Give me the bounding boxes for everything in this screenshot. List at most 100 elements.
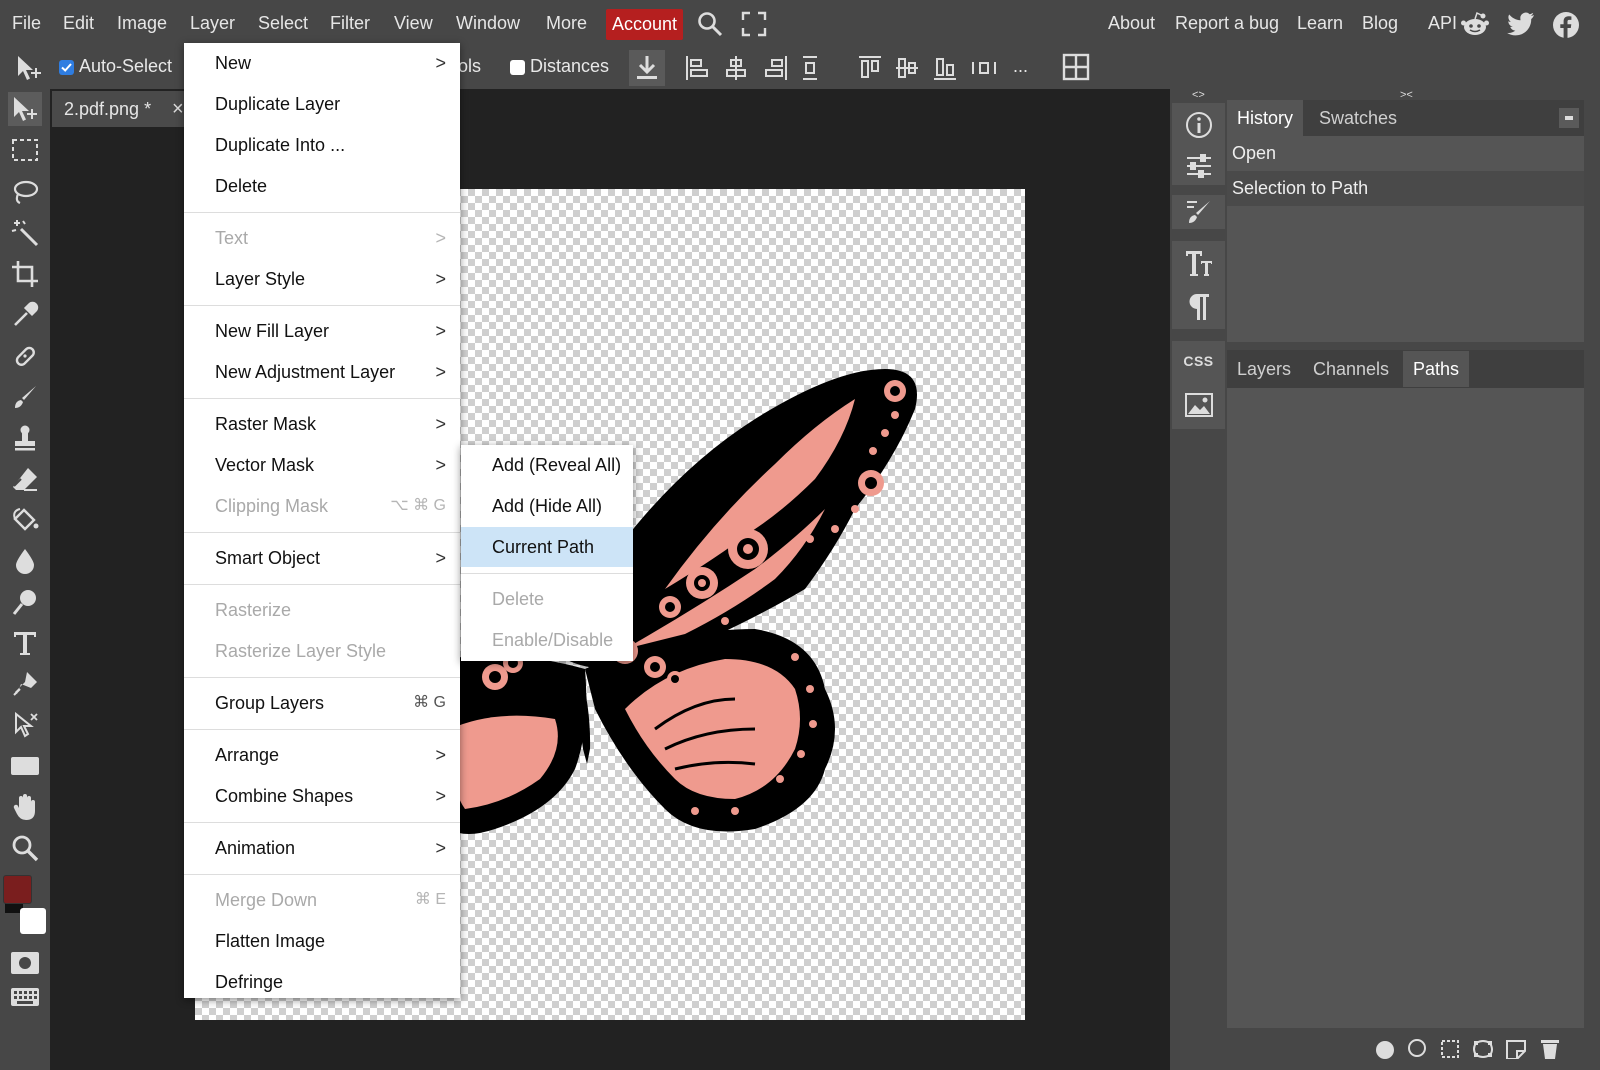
tab-swatches[interactable]: Swatches: [1309, 100, 1407, 136]
menu-filter[interactable]: Filter: [330, 0, 370, 46]
paragraph-icon[interactable]: [1187, 292, 1211, 322]
quick-mask-icon[interactable]: [10, 951, 40, 975]
menu-file[interactable]: File: [12, 0, 41, 46]
history-item-selection-to-path[interactable]: Selection to Path: [1227, 171, 1584, 206]
keyboard-icon[interactable]: [10, 987, 40, 1007]
menu-item-new[interactable]: New >: [184, 43, 460, 83]
menu-window[interactable]: Window: [456, 0, 520, 46]
menu-item-flatten-image[interactable]: Flatten Image: [184, 921, 460, 961]
rectangle-tool[interactable]: [8, 749, 42, 783]
eraser-tool[interactable]: [8, 462, 42, 496]
marquee-tool[interactable]: [8, 133, 42, 167]
magic-wand-tool[interactable]: [8, 216, 42, 250]
document-tab-close-icon[interactable]: ×: [172, 91, 184, 127]
download-button[interactable]: [629, 50, 665, 86]
fullscreen-icon[interactable]: [741, 11, 767, 37]
eyedropper-tool[interactable]: [8, 298, 42, 332]
zoom-tool[interactable]: [8, 831, 42, 865]
menu-item-vector-mask[interactable]: Vector Mask >: [184, 445, 460, 485]
grid-icon[interactable]: [1062, 53, 1090, 81]
menu-item-smart-object[interactable]: Smart Object >: [184, 538, 460, 578]
tab-history[interactable]: History: [1227, 100, 1304, 136]
facebook-icon[interactable]: [1552, 11, 1580, 38]
character-icon[interactable]: [1184, 248, 1214, 278]
more-options[interactable]: ...: [1013, 46, 1028, 89]
menu-item-animation[interactable]: Animation >: [184, 828, 460, 868]
history-panel-tabs: History Swatches: [1227, 100, 1584, 136]
menu-item-defringe[interactable]: Defringe: [184, 962, 460, 1002]
submenu-item-add-hide-all[interactable]: Add (Hide All): [461, 486, 633, 526]
selection-to-path-icon[interactable]: [1472, 1039, 1494, 1059]
auto-select-checkbox[interactable]: [59, 60, 74, 75]
align-middle-v-icon[interactable]: [894, 54, 920, 82]
move-tool[interactable]: [8, 92, 42, 126]
hand-tool[interactable]: [8, 790, 42, 824]
account-button[interactable]: Account: [606, 9, 683, 40]
path-to-selection-icon[interactable]: [1440, 1039, 1460, 1059]
delete-path-icon[interactable]: [1540, 1038, 1560, 1060]
dodge-tool[interactable]: [8, 585, 42, 619]
distribute-h-icon[interactable]: [970, 54, 998, 82]
search-icon[interactable]: [697, 11, 723, 37]
lasso-tool[interactable]: [8, 175, 42, 209]
menu-edit[interactable]: Edit: [63, 0, 94, 46]
tab-channels[interactable]: Channels: [1303, 351, 1399, 387]
distances-checkbox[interactable]: [510, 60, 525, 75]
text-tool[interactable]: [8, 626, 42, 660]
align-center-h-icon[interactable]: [723, 54, 749, 82]
align-left-icon[interactable]: [684, 54, 710, 82]
image-icon[interactable]: [1184, 393, 1213, 417]
menu-item-combine-shapes[interactable]: Combine Shapes >: [184, 776, 460, 816]
brush-tool[interactable]: [8, 380, 42, 414]
panel-menu-button[interactable]: [1559, 108, 1579, 128]
info-icon[interactable]: [1185, 111, 1213, 139]
stroke-path-icon[interactable]: [1407, 1038, 1427, 1058]
healing-brush-tool[interactable]: [8, 339, 42, 373]
clone-stamp-tool[interactable]: [8, 421, 42, 455]
background-color-swatch[interactable]: [20, 908, 46, 934]
menu-item-delete[interactable]: Delete: [184, 166, 460, 206]
align-top-icon[interactable]: [857, 54, 883, 82]
menu-item-new-adjustment-layer[interactable]: New Adjustment Layer >: [184, 352, 460, 392]
tab-layers[interactable]: Layers: [1227, 351, 1301, 387]
new-path-icon[interactable]: [1505, 1039, 1527, 1059]
menu-item-layer-style[interactable]: Layer Style >: [184, 259, 460, 299]
link-blog[interactable]: Blog: [1362, 0, 1398, 46]
fill-path-icon[interactable]: [1375, 1040, 1395, 1060]
align-right-icon[interactable]: [763, 54, 789, 82]
crop-tool[interactable]: [8, 257, 42, 291]
menu-select[interactable]: Select: [258, 0, 308, 46]
twitter-icon[interactable]: [1506, 11, 1536, 37]
align-bottom-icon[interactable]: [932, 54, 958, 82]
pen-tool[interactable]: [8, 667, 42, 701]
paint-bucket-tool[interactable]: [8, 503, 42, 537]
properties-sliders-icon[interactable]: [1185, 153, 1213, 178]
menu-layer[interactable]: Layer: [190, 0, 235, 46]
submenu-item-add-reveal-all[interactable]: Add (Reveal All): [461, 445, 633, 485]
menu-item-arrange[interactable]: Arrange >: [184, 735, 460, 775]
menu-image[interactable]: Image: [117, 0, 167, 46]
history-item-open[interactable]: Open: [1227, 136, 1584, 171]
collapse-left-handle[interactable]: <>: [1192, 89, 1205, 101]
menu-item-duplicate-layer[interactable]: Duplicate Layer: [184, 84, 460, 124]
link-about[interactable]: About: [1108, 0, 1155, 46]
document-tab[interactable]: 2.pdf.png *: [52, 91, 191, 127]
css-icon[interactable]: CSS: [1183, 353, 1213, 369]
menu-item-new-fill-layer[interactable]: New Fill Layer >: [184, 311, 460, 351]
submenu-item-current-path[interactable]: Current Path: [461, 527, 633, 567]
foreground-color-swatch[interactable]: [3, 875, 32, 904]
link-learn[interactable]: Learn: [1297, 0, 1343, 46]
reddit-icon[interactable]: [1460, 11, 1490, 37]
menu-item-raster-mask[interactable]: Raster Mask >: [184, 404, 460, 444]
link-report-bug[interactable]: Report a bug: [1175, 0, 1279, 46]
menu-more[interactable]: More: [546, 0, 587, 46]
path-select-tool[interactable]: [8, 708, 42, 742]
menu-item-duplicate-into[interactable]: Duplicate Into ...: [184, 125, 460, 165]
menu-item-group-layers[interactable]: Group Layers ⌘ G: [184, 683, 460, 723]
distribute-v-icon[interactable]: [801, 54, 819, 82]
menu-view[interactable]: View: [394, 0, 433, 46]
brush-settings-icon[interactable]: [1185, 198, 1213, 226]
tab-paths[interactable]: Paths: [1403, 351, 1470, 387]
blur-tool[interactable]: [8, 544, 42, 578]
link-api[interactable]: API: [1428, 0, 1457, 46]
